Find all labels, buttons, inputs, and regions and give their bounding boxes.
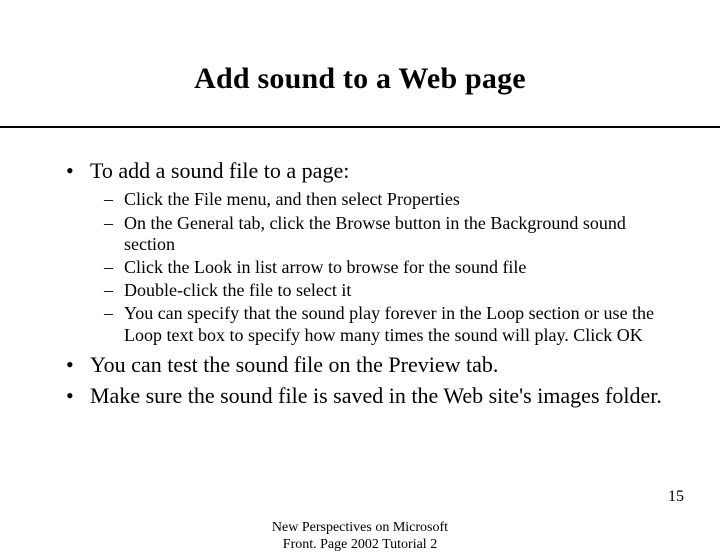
bullet-sub: You can specify that the sound play fore…: [90, 303, 664, 345]
footer-line1: New Perspectives on Microsoft: [272, 520, 448, 535]
bullet-sub: Click the File menu, and then select Pro…: [90, 189, 664, 210]
bullet-text: Double-click the file to select it: [124, 280, 351, 300]
bullet-text: You can test the sound file on the Previ…: [90, 352, 498, 377]
footer-center: New Perspectives on Microsoft Front. Pag…: [0, 520, 720, 554]
bullet-main-3: Make sure the sound file is saved in the…: [64, 383, 664, 408]
bullet-text: Click the File menu, and then select Pro…: [124, 189, 460, 209]
bullet-sub: Click the Look in list arrow to browse f…: [90, 257, 664, 278]
bullet-text: You can specify that the sound play fore…: [124, 303, 654, 344]
slide-title: Add sound to a Web page: [0, 62, 720, 96]
title-divider: [0, 126, 720, 128]
slide-content: To add a sound file to a page: Click the…: [64, 158, 664, 415]
footer-line2: Front. Page 2002 Tutorial 2: [283, 537, 437, 552]
slide: Add sound to a Web page To add a sound f…: [0, 0, 720, 540]
bullet-main-2: You can test the sound file on the Previ…: [64, 352, 664, 377]
page-number: 15: [668, 488, 684, 506]
bullet-text: On the General tab, click the Browse but…: [124, 213, 626, 254]
bullet-main-1: To add a sound file to a page: Click the…: [64, 158, 664, 346]
bullet-text: Click the Look in list arrow to browse f…: [124, 257, 526, 277]
bullet-sub: On the General tab, click the Browse but…: [90, 213, 664, 255]
bullet-sub: Double-click the file to select it: [90, 280, 664, 301]
bullet-text: To add a sound file to a page:: [90, 158, 349, 183]
bullet-text: Make sure the sound file is saved in the…: [90, 383, 662, 408]
